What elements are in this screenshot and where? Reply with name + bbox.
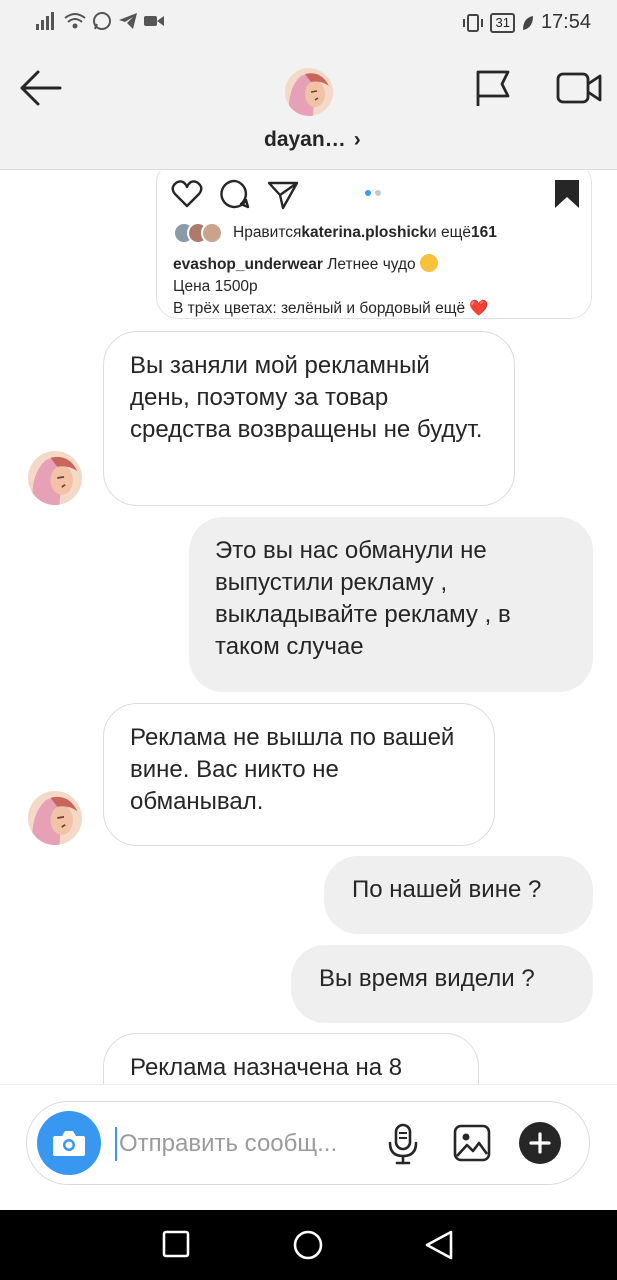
message-bubble-outgoing[interactable]: Вы время видели ? bbox=[291, 945, 593, 1023]
video-camera-icon bbox=[556, 72, 602, 104]
message-text: Вы заняли мой рекламный день, поэтому за… bbox=[130, 352, 483, 443]
leaf-icon bbox=[522, 15, 533, 30]
star-eyes-emoji-icon bbox=[419, 254, 438, 272]
circle-icon bbox=[293, 1230, 323, 1260]
heart-icon[interactable] bbox=[171, 178, 203, 210]
message-input-placeholder: Отправить сообщ... bbox=[119, 1130, 338, 1157]
chat-header: dayan… › bbox=[0, 46, 617, 170]
message-input[interactable]: Отправить сообщ... bbox=[115, 1124, 375, 1164]
gallery-button[interactable] bbox=[453, 1124, 491, 1167]
liker-avatar bbox=[201, 222, 223, 244]
carousel-dot-active bbox=[365, 190, 371, 196]
shared-post-card[interactable]: Нравится katerina.ploshick и ещё 161 eva… bbox=[156, 171, 592, 319]
likes-prefix: Нравится bbox=[233, 224, 302, 241]
chevron-right-icon: › bbox=[353, 128, 361, 151]
flag-icon bbox=[476, 70, 510, 106]
message-bubble-incoming[interactable]: Вы заняли мой рекламный день, поэтому за… bbox=[103, 331, 515, 506]
wifi-icon bbox=[64, 13, 86, 29]
system-back-button[interactable] bbox=[423, 1228, 455, 1267]
message-bubble-incoming[interactable]: Реклама не вышла по вашей вине. Вас никт… bbox=[103, 703, 495, 846]
message-text: Реклама назначена на 8 bbox=[130, 1054, 403, 1081]
camera-button[interactable] bbox=[37, 1111, 101, 1175]
home-button[interactable] bbox=[291, 1228, 325, 1267]
composer-area: Отправить сообщ... bbox=[0, 1084, 617, 1210]
message-composer: Отправить сообщ... bbox=[26, 1101, 590, 1185]
comment-icon[interactable] bbox=[219, 178, 251, 210]
telegram-icon bbox=[119, 13, 137, 29]
avatar-illustration bbox=[285, 68, 333, 116]
vibrate-icon bbox=[463, 13, 484, 32]
liker-avatars bbox=[173, 222, 223, 244]
avatar-illustration bbox=[28, 451, 82, 505]
message-list[interactable]: Нравится katerina.ploshick и ещё 161 eva… bbox=[0, 171, 617, 1084]
whatsapp-icon bbox=[93, 12, 111, 30]
message-bubble-outgoing[interactable]: Это вы нас обманули не выпустили рекламу… bbox=[189, 517, 593, 692]
status-bar: 31 17:54 bbox=[0, 0, 617, 46]
post-actions bbox=[171, 178, 581, 212]
likes-mid: и ещё bbox=[428, 224, 472, 241]
text-caret bbox=[115, 1127, 117, 1161]
post-likes-line: Нравится katerina.ploshick и ещё 161 bbox=[173, 222, 497, 244]
camera-icon bbox=[53, 1131, 85, 1156]
arrow-left-icon bbox=[20, 70, 62, 106]
username-text: dayan… bbox=[264, 128, 346, 151]
header-avatar[interactable] bbox=[285, 68, 333, 116]
plus-button[interactable] bbox=[519, 1122, 561, 1164]
truncated-caption-line: В трёх цветах: зелёный и бордовый ещё ❤️ bbox=[173, 300, 489, 317]
header-username[interactable]: dayan… › bbox=[264, 128, 361, 152]
caption-user[interactable]: evashop_underwear bbox=[173, 256, 323, 273]
carousel-dots bbox=[365, 190, 381, 196]
system-navigation-bar bbox=[0, 1210, 617, 1280]
square-icon bbox=[162, 1230, 190, 1258]
recents-button[interactable] bbox=[160, 1228, 192, 1265]
caption-text: Летнее чудо bbox=[322, 256, 416, 273]
message-bubble-outgoing[interactable]: По нашей вине ? bbox=[324, 856, 593, 934]
status-icons-right: 31 17:54 bbox=[462, 11, 591, 34]
status-icons-left bbox=[36, 11, 164, 31]
message-text: Реклама не вышла по вашей вине. Вас никт… bbox=[130, 724, 455, 815]
image-icon bbox=[453, 1124, 491, 1162]
clock: 17:54 bbox=[540, 11, 591, 33]
triangle-back-icon bbox=[425, 1230, 453, 1260]
sender-avatar[interactable] bbox=[28, 791, 82, 845]
microphone-button[interactable] bbox=[387, 1123, 419, 1170]
caption-line: evashop_underwear Летнее чудо bbox=[173, 254, 489, 276]
likes-count: 161 bbox=[471, 224, 497, 241]
price-line: Цена 1500р bbox=[173, 278, 258, 295]
video-status-icon bbox=[144, 16, 164, 26]
signal-icon bbox=[36, 12, 54, 30]
likes-user[interactable]: katerina.ploshick bbox=[301, 224, 428, 242]
battery-level: 31 bbox=[490, 12, 515, 33]
message-bubble-incoming[interactable]: Реклама назначена на 8 bbox=[103, 1033, 479, 1084]
message-text: Вы время видели ? bbox=[319, 965, 535, 992]
flag-button[interactable] bbox=[474, 68, 514, 108]
microphone-icon bbox=[388, 1123, 418, 1165]
message-text: По нашей вине ? bbox=[352, 876, 542, 903]
post-caption: evashop_underwear Летнее чудо Цена 1500р… bbox=[173, 254, 489, 318]
instagram-direct-screen: 31 17:54 dayan… › Нравится katerina.plos… bbox=[0, 0, 617, 1280]
video-call-button[interactable] bbox=[556, 70, 602, 110]
avatar-illustration bbox=[28, 791, 82, 845]
message-text: Это вы нас обманули не выпустили рекламу… bbox=[215, 537, 511, 660]
carousel-dot bbox=[375, 190, 381, 196]
sender-avatar[interactable] bbox=[28, 451, 82, 505]
plus-icon bbox=[529, 1132, 551, 1154]
back-button[interactable] bbox=[18, 68, 66, 108]
bookmark-icon[interactable] bbox=[553, 178, 581, 210]
paper-plane-icon[interactable] bbox=[267, 178, 299, 210]
